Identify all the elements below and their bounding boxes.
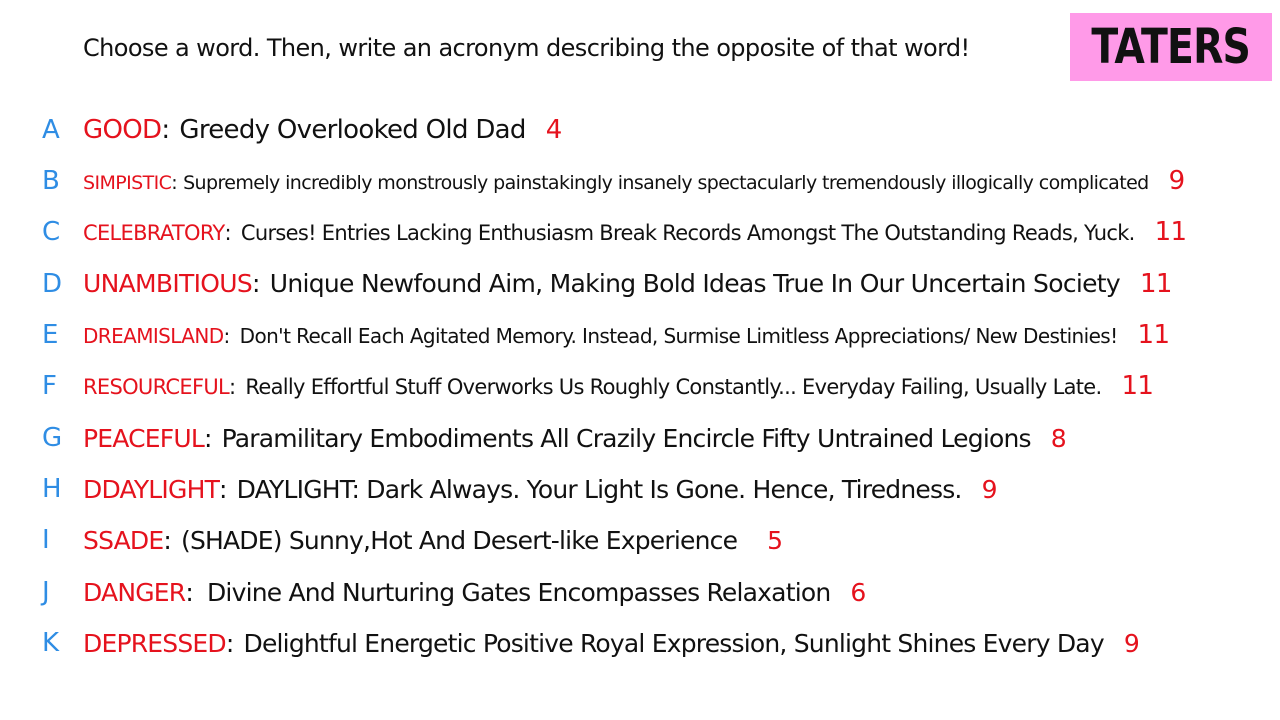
entry-letter: F (42, 371, 57, 401)
entry-acronym: Supremely incredibly monstrously painsta… (183, 172, 1149, 194)
entry-acronym: Greedy Overlooked Old Dad (179, 115, 526, 145)
entry-line: DREAMISLAND: Don't Recall Each Agitated M… (83, 320, 1170, 350)
entry-i: I SSADE: (SHADE) Sunny,Hot And Desert-lik… (0, 520, 1280, 560)
entry-word: DANGER (83, 577, 186, 607)
entry-line: SIMPISTIC: Supremely incredibly monstrous… (83, 166, 1185, 196)
entry-word: SSADE (83, 525, 164, 555)
entry-colon: : (161, 115, 170, 145)
entry-acronym: Really Effortful Stuff Overworks Us Roug… (245, 375, 1102, 399)
entry-word: DDAYLIGHT (83, 474, 220, 504)
entry-word: DEPRESSED (83, 628, 227, 658)
entry-word: UNAMBITIOUS (83, 269, 253, 298)
entry-letter: I (42, 525, 50, 555)
entry-word: PEACEFUL (83, 423, 205, 453)
entry-j: J DANGER: Divine And Nurturing Gates Enco… (0, 572, 1280, 612)
entry-letter: D (42, 269, 63, 299)
entry-line: DEPRESSED: Delightful Energetic Positive … (83, 628, 1140, 658)
entry-acronym: Divine And Nurturing Gates Encompasses R… (206, 577, 831, 607)
entry-count: 6 (850, 577, 866, 607)
brand-logo-text: TATERS (1091, 19, 1251, 75)
brand-badge: TATERS (1070, 13, 1272, 81)
entry-letter: C (42, 217, 61, 247)
entry-line: UNAMBITIOUS: Unique Newfound Aim, Making … (83, 269, 1172, 299)
entry-colon: : (224, 221, 232, 245)
entry-k: K DEPRESSED: Delightful Energetic Positiv… (0, 623, 1280, 663)
entry-c: C CELEBRATORY: Curses! Entries Lacking En… (0, 212, 1280, 252)
entry-colon: : (229, 375, 236, 399)
entry-letter: B (42, 166, 60, 196)
entry-acronym: Delightful Energetic Positive Royal Expr… (243, 628, 1105, 658)
entry-letter: E (42, 320, 59, 350)
entry-letter: J (42, 577, 50, 607)
entry-count: 9 (981, 474, 998, 504)
entry-letter: H (42, 474, 62, 504)
entry-word: DREAMISLAND (83, 324, 224, 348)
entry-acronym: Paramilitary Embodiments All Crazily Enc… (221, 423, 1032, 453)
entry-f: F RESOURCEFUL: Really Effortful Stuff Ove… (0, 366, 1280, 406)
entry-count: 4 (545, 115, 563, 145)
entry-line: GOOD: Greedy Overlooked Old Dad 4 (83, 115, 562, 145)
prompt-text: Choose a word. Then, write an acronym de… (83, 34, 970, 62)
entry-letter: A (42, 115, 60, 145)
entry-colon: : (223, 324, 231, 348)
entry-colon: : (163, 525, 171, 555)
entry-acronym: DAYLIGHT: Dark Always. Your Light Is Gon… (236, 474, 963, 504)
entry-line: PEACEFUL: Paramilitary Embodiments All Cr… (83, 423, 1067, 453)
entry-line: RESOURCEFUL: Really Effortful Stuff Overw… (83, 371, 1154, 401)
entry-colon: : (204, 423, 212, 453)
entry-line: SSADE: (SHADE) Sunny,Hot And Desert-like … (83, 525, 783, 555)
entry-count: 9 (1168, 166, 1186, 196)
entry-line: CELEBRATORY: Curses! Entries Lacking Enth… (83, 217, 1187, 247)
entry-word: SIMPISTIC (83, 172, 172, 194)
entry-g: G PEACEFUL: Paramilitary Embodiments All … (0, 418, 1280, 458)
entry-e: E DREAMISLAND: Don't Recall Each Agitated… (0, 315, 1280, 355)
entry-letter: K (42, 628, 60, 658)
entry-colon: : (171, 172, 178, 194)
entry-acronym: Curses! Entries Lacking Enthusiasm Break… (240, 221, 1135, 245)
entry-line: DDAYLIGHT: DAYLIGHT: Dark Always. Your Li… (83, 475, 997, 504)
entry-acronym: Don't Recall Each Agitated Memory. Inste… (239, 324, 1118, 348)
entry-b: B SIMPISTIC: Supremely incredibly monstro… (0, 161, 1280, 201)
entry-acronym: (SHADE) Sunny,Hot And Desert-like Experi… (180, 525, 738, 555)
entry-colon: : (185, 577, 193, 607)
entry-count: 11 (1137, 320, 1170, 350)
entry-colon: : (225, 628, 234, 658)
entry-word: CELEBRATORY (83, 221, 225, 245)
entry-colon: : (252, 269, 260, 298)
entry-h: H DDAYLIGHT: DAYLIGHT: Dark Always. Your … (0, 469, 1280, 509)
entry-count: 11 (1140, 269, 1172, 299)
entry-count: 11 (1154, 217, 1187, 247)
entry-word: RESOURCEFUL (83, 375, 230, 399)
entry-d: D UNAMBITIOUS: Unique Newfound Aim, Makin… (0, 264, 1280, 304)
entry-count: 11 (1121, 371, 1154, 401)
entry-colon: : (219, 474, 227, 504)
entry-count: 5 (767, 525, 783, 555)
entry-count: 8 (1050, 423, 1067, 453)
entry-acronym: Unique Newfound Aim, Making Bold Ideas T… (269, 269, 1121, 298)
entry-line: DANGER: Divine And Nurturing Gates Encomp… (83, 578, 866, 607)
entry-letter: G (42, 423, 63, 453)
entry-count: 9 (1123, 628, 1140, 658)
entry-a: A GOOD: Greedy Overlooked Old Dad 4 (0, 110, 1280, 150)
entry-word: GOOD (83, 115, 162, 145)
